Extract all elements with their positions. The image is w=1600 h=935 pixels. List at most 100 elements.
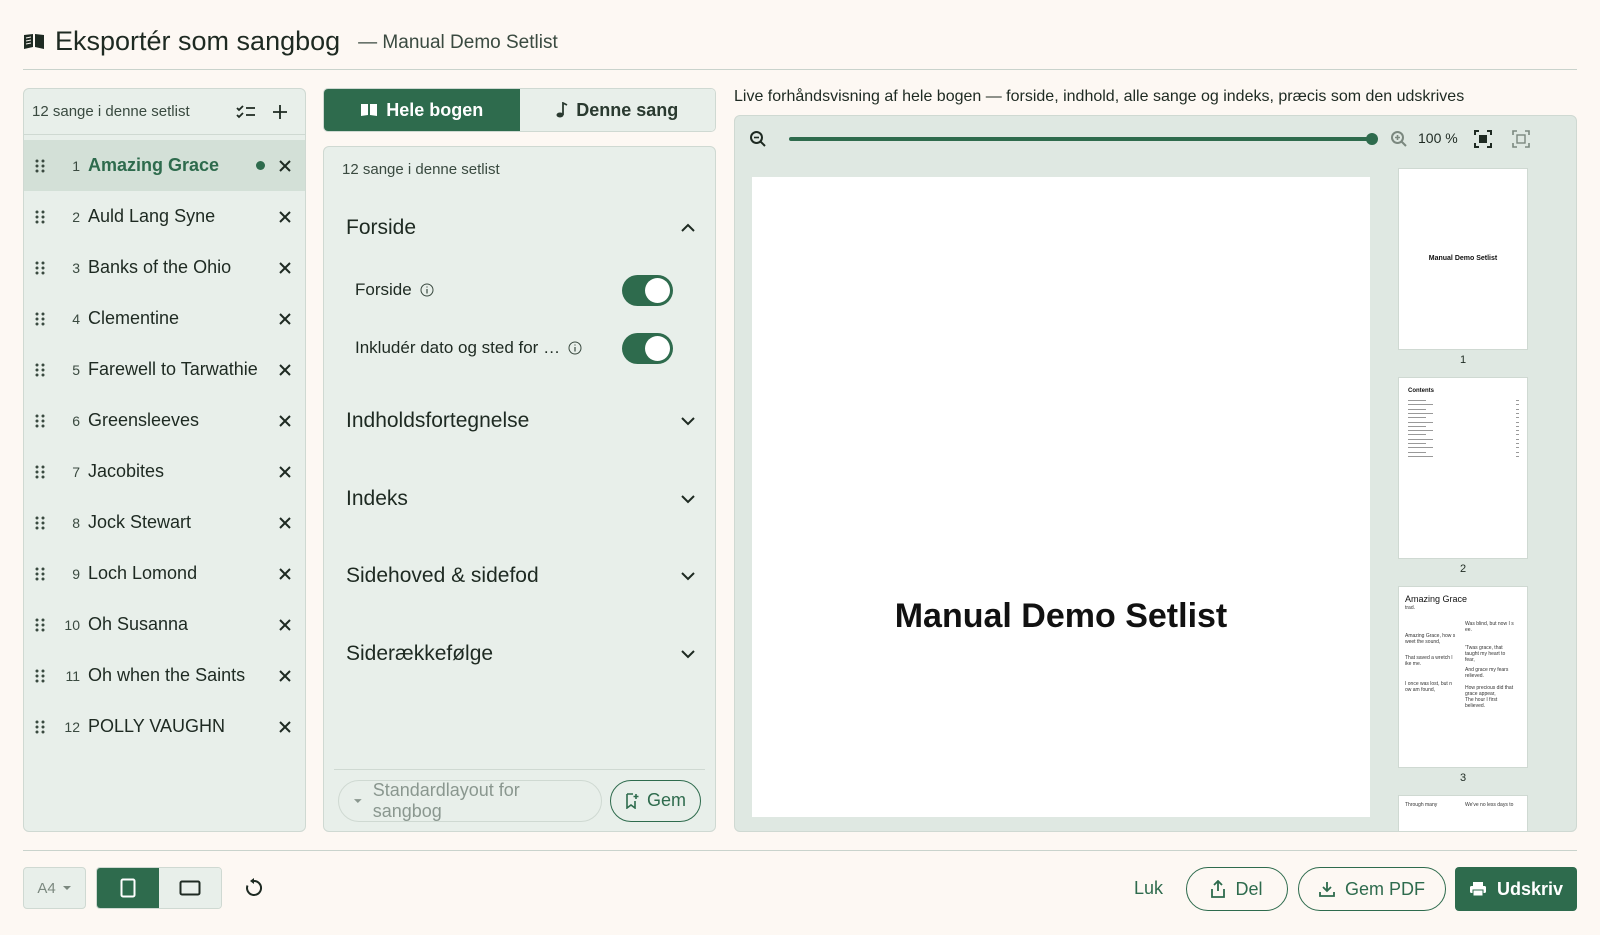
song-title: Oh Susanna xyxy=(88,614,189,634)
chevron-down-icon xyxy=(681,417,695,426)
thumbnail-page-3[interactable]: Amazing Grace trad. Amazing Grace, how s… xyxy=(1398,586,1528,768)
layout-footer: Standardlayout for sangbog Gem xyxy=(334,769,705,831)
song-list-panel: 12 sange i denne setlist 1 Amazing Grace 2… xyxy=(23,88,306,832)
section-toc[interactable]: Indholdsfortegnelse xyxy=(346,401,696,441)
song-list-header: 12 sange i denne setlist xyxy=(24,89,305,135)
list-item[interactable]: 12 POLLY VAUGHN xyxy=(24,701,305,752)
list-item[interactable]: 4 Clementine xyxy=(24,293,305,344)
tab-whole-book[interactable]: Hele bogen xyxy=(324,89,520,131)
thumbnail-song-title: Amazing Grace xyxy=(1405,594,1468,604)
drag-handle-icon[interactable] xyxy=(34,719,46,735)
close-icon[interactable] xyxy=(277,158,293,174)
select-songs-button[interactable] xyxy=(229,97,263,127)
thumbnail-page-4[interactable]: Through many We've no less days to xyxy=(1398,795,1528,831)
zoom-out-icon[interactable] xyxy=(749,130,767,148)
close-icon[interactable] xyxy=(277,209,293,225)
section-cover-label: Forside xyxy=(346,216,417,239)
thumbnail-toc-page xyxy=(1516,455,1519,457)
drag-handle-icon[interactable] xyxy=(34,413,46,429)
share-button[interactable]: Del xyxy=(1186,867,1288,911)
thumbnail-toc-line xyxy=(1408,443,1426,444)
toggle-date-place[interactable] xyxy=(622,332,673,364)
song-title: Loch Lomond xyxy=(88,563,198,583)
list-item[interactable]: 2 Auld Lang Syne xyxy=(24,191,305,242)
toggle-cover[interactable] xyxy=(622,274,673,306)
close-icon[interactable] xyxy=(277,668,293,684)
section-page-order-label: Siderækkefølge xyxy=(346,642,494,665)
close-icon[interactable] xyxy=(277,617,293,633)
tab-this-song-label: Denne sang xyxy=(576,99,679,120)
print-button[interactable]: Udskriv xyxy=(1455,867,1577,911)
thumbnail-number: 2 xyxy=(1459,563,1467,575)
thumbnail-song-author: trad. xyxy=(1405,605,1416,611)
settings-song-count: 12 sange i denne setlist xyxy=(342,161,500,178)
thumbnail-page-2[interactable]: Contents xyxy=(1398,377,1528,559)
close-icon[interactable] xyxy=(277,719,293,735)
drag-handle-icon[interactable] xyxy=(34,311,46,327)
zoom-toolbar: 100 % xyxy=(735,116,1576,162)
song-number: 7 xyxy=(72,463,80,480)
thumbnail-toc-line xyxy=(1408,451,1426,453)
list-item[interactable]: 8 Jock Stewart xyxy=(24,497,305,548)
toggle-cover-label: Forside xyxy=(355,280,412,299)
close-icon[interactable] xyxy=(277,515,293,531)
zoom-in-icon[interactable] xyxy=(1390,130,1408,148)
landscape-button[interactable] xyxy=(159,868,221,908)
song-title: Jock Stewart xyxy=(88,512,192,532)
section-header-footer[interactable]: Sidehoved & sidefod xyxy=(346,556,696,596)
drag-handle-icon[interactable] xyxy=(34,362,46,378)
thumbnail-page-1[interactable]: Manual Demo Setlist xyxy=(1398,168,1528,350)
section-index[interactable]: Indeks xyxy=(346,479,696,519)
song-number: 5 xyxy=(72,361,80,378)
layout-select[interactable]: Standardlayout for sangbog xyxy=(338,779,602,822)
fit-width-icon[interactable] xyxy=(1511,129,1531,149)
reset-icon[interactable] xyxy=(243,877,265,899)
close-icon[interactable] xyxy=(277,260,293,276)
active-indicator xyxy=(256,161,265,170)
printer-icon xyxy=(1469,882,1486,897)
list-item[interactable]: 10 Oh Susanna xyxy=(24,599,305,650)
list-item[interactable]: 5 Farewell to Tarwathie xyxy=(24,344,305,395)
close-button[interactable]: Luk xyxy=(1134,878,1163,899)
chevron-down-icon xyxy=(681,650,695,659)
zoom-slider[interactable] xyxy=(789,133,1378,145)
tab-this-song[interactable]: Denne sang xyxy=(519,89,715,131)
info-icon[interactable] xyxy=(568,341,582,355)
paper-size-value: A4 xyxy=(37,879,56,897)
paper-size-select[interactable]: A4 xyxy=(23,867,86,909)
add-song-button[interactable] xyxy=(263,97,297,127)
song-list: 1 Amazing Grace 2 Auld Lang Syne 3 Banks of t… xyxy=(24,135,305,752)
fit-page-icon[interactable] xyxy=(1473,129,1493,149)
drag-handle-icon[interactable] xyxy=(34,668,46,684)
setlist-name: — Manual Demo Setlist xyxy=(358,31,558,53)
drag-handle-icon[interactable] xyxy=(34,209,46,225)
zoom-slider-handle[interactable] xyxy=(1366,133,1378,145)
list-item[interactable]: 6 Greensleeves xyxy=(24,395,305,446)
drag-handle-icon[interactable] xyxy=(34,158,46,174)
list-item[interactable]: 11 Oh when the Saints xyxy=(24,650,305,701)
list-item[interactable]: 1 Amazing Grace xyxy=(24,140,305,191)
info-icon[interactable] xyxy=(420,283,434,297)
thumbnail-lyric-line: believed. xyxy=(1465,703,1486,709)
close-icon[interactable] xyxy=(277,311,293,327)
list-item[interactable]: 7 Jacobites xyxy=(24,446,305,497)
toggle-row-cover: Forside xyxy=(355,273,673,307)
section-cover[interactable]: Forside xyxy=(346,208,696,248)
drag-handle-icon[interactable] xyxy=(34,617,46,633)
save-layout-button[interactable]: Gem xyxy=(609,779,701,822)
close-icon[interactable] xyxy=(277,362,293,378)
list-item[interactable]: 3 Banks of the Ohio xyxy=(24,242,305,293)
section-page-order[interactable]: Siderækkefølge xyxy=(346,634,696,674)
drag-handle-icon[interactable] xyxy=(34,464,46,480)
save-pdf-button[interactable]: Gem PDF xyxy=(1298,867,1446,911)
portrait-button[interactable] xyxy=(97,868,159,908)
close-icon[interactable] xyxy=(277,566,293,582)
drag-handle-icon[interactable] xyxy=(34,515,46,531)
close-icon[interactable] xyxy=(277,464,293,480)
list-item[interactable]: 9 Loch Lomond xyxy=(24,548,305,599)
thumbnail-toc-page xyxy=(1516,400,1519,401)
drag-handle-icon[interactable] xyxy=(34,566,46,582)
drag-handle-icon[interactable] xyxy=(34,260,46,276)
close-icon[interactable] xyxy=(277,413,293,429)
settings-panel: 12 sange i denne setlist Forside Forside… xyxy=(323,146,716,832)
